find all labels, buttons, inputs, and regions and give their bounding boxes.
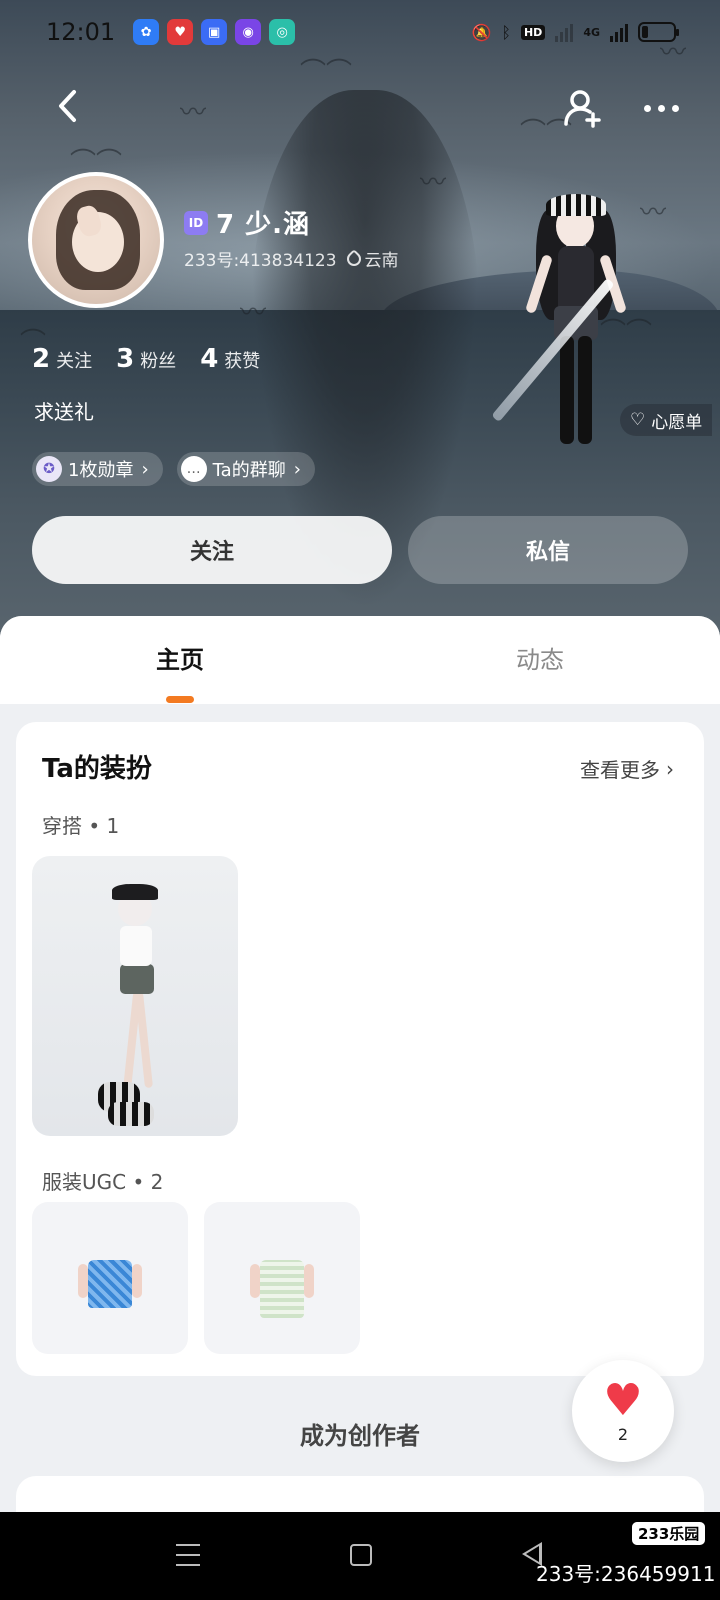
chevron-right-icon: › — [666, 756, 674, 781]
system-nav-bar: 233乐园 233号:236459911 — [0, 1512, 720, 1600]
username: 7 少.涵 — [216, 210, 311, 240]
heart-icon: ♥ — [603, 1374, 643, 1426]
seagull-icon: 〰 — [180, 98, 207, 128]
notification-app-icons: ✿ ♥ ▣ ◉ ◎ — [133, 19, 296, 45]
follow-button[interactable]: 关注 — [32, 516, 392, 584]
action-buttons: 关注 私信 — [32, 516, 688, 584]
mute-bell-icon: 🔕 — [471, 22, 492, 42]
tab-home[interactable]: 主页 — [0, 616, 360, 704]
chat-app-icon: ▣ — [201, 19, 228, 45]
signal-1-icon — [555, 22, 574, 42]
stat-likes[interactable]: 4 获赞 — [200, 344, 260, 374]
network-type: 4G — [583, 25, 600, 39]
tab-indicator — [166, 696, 194, 703]
ugc-item-green-dress[interactable] — [204, 1202, 360, 1354]
teal-app-icon: ◎ — [269, 19, 296, 45]
account-meta: 233号:413834123 云南 — [184, 246, 399, 271]
seagull-icon: 〰 — [420, 168, 447, 198]
medal-chip[interactable]: ✪ 1枚勋章 › — [32, 452, 163, 486]
profile-tabs: 主页 动态 — [0, 616, 720, 704]
baidu-app-icon: ✿ — [133, 19, 160, 45]
username-row: ID 7 少.涵 — [184, 204, 310, 241]
watermark-logo: 233乐园 — [632, 1522, 706, 1545]
battery-icon — [638, 22, 679, 42]
message-button[interactable]: 私信 — [408, 516, 688, 584]
chevron-right-icon: › — [293, 458, 301, 480]
dress-up-card: Ta的装扮 查看更多 › 穿搭 • 1 服装UGC • 2 — [16, 722, 704, 1376]
wishlist-button[interactable]: ♡ 心愿单 — [620, 404, 713, 436]
like-button[interactable]: ♥ 2 — [572, 1360, 674, 1462]
status-time: 12:01 — [46, 18, 116, 46]
recent-apps-icon[interactable] — [176, 1544, 200, 1566]
profile-chips: ✪ 1枚勋章 › … Ta的群聊 › — [32, 452, 315, 486]
watermark-id: 233号:236459911 — [536, 1562, 716, 1586]
profile-stats: 2 关注 3 粉丝 4 获赞 — [32, 344, 260, 374]
ugc-label: 服装UGC • 2 — [42, 1170, 164, 1194]
creator-card-peek — [16, 1476, 704, 1516]
gift-app-icon: ♥ — [167, 19, 194, 45]
location-pin-icon — [343, 249, 364, 269]
green-plaid-dress-icon — [250, 1260, 314, 1318]
account-id: 233号:413834123 — [184, 251, 337, 271]
profile-avatar[interactable] — [28, 172, 164, 308]
heart-outline-icon: ♡ — [630, 410, 646, 430]
see-more-link[interactable]: 查看更多 › — [580, 754, 674, 783]
home-icon[interactable] — [350, 1544, 372, 1566]
dress-up-title: Ta的装扮 — [42, 754, 152, 784]
more-options-icon[interactable] — [644, 96, 688, 120]
tab-feed[interactable]: 动态 — [360, 616, 720, 704]
id-badge-icon: ID — [184, 210, 208, 235]
outfits-label: 穿搭 • 1 — [42, 814, 120, 838]
hd-voice-icon: HD — [520, 24, 546, 40]
like-count: 2 — [617, 1424, 629, 1444]
system-status-icons: 🔕 ᛒ HD 4G — [471, 22, 679, 42]
group-chat-chip[interactable]: … Ta的群聊 › — [176, 452, 315, 486]
stat-followers[interactable]: 3 粉丝 — [116, 344, 176, 374]
group-chat-icon: … — [180, 456, 207, 482]
back-icon[interactable] — [52, 88, 82, 124]
profile-bio: 求送礼 — [34, 400, 94, 424]
location: 云南 — [343, 246, 399, 271]
ugc-item-blue-top[interactable] — [32, 1202, 188, 1354]
seagull-icon: 〰 — [240, 298, 267, 328]
add-friend-icon[interactable] — [562, 86, 606, 130]
outfit-card[interactable] — [32, 856, 238, 1136]
stat-following[interactable]: 2 关注 — [32, 344, 92, 374]
chevron-right-icon: › — [141, 458, 149, 480]
blue-plaid-top-icon — [78, 1260, 142, 1308]
medal-icon: ✪ — [36, 456, 62, 482]
purple-app-icon: ◉ — [235, 19, 262, 45]
bluetooth-icon: ᛒ — [501, 22, 511, 42]
signal-2-icon — [610, 22, 628, 42]
status-bar: 12:01 ✿ ♥ ▣ ◉ ◎ 🔕 ᛒ HD 4G — [0, 0, 720, 64]
